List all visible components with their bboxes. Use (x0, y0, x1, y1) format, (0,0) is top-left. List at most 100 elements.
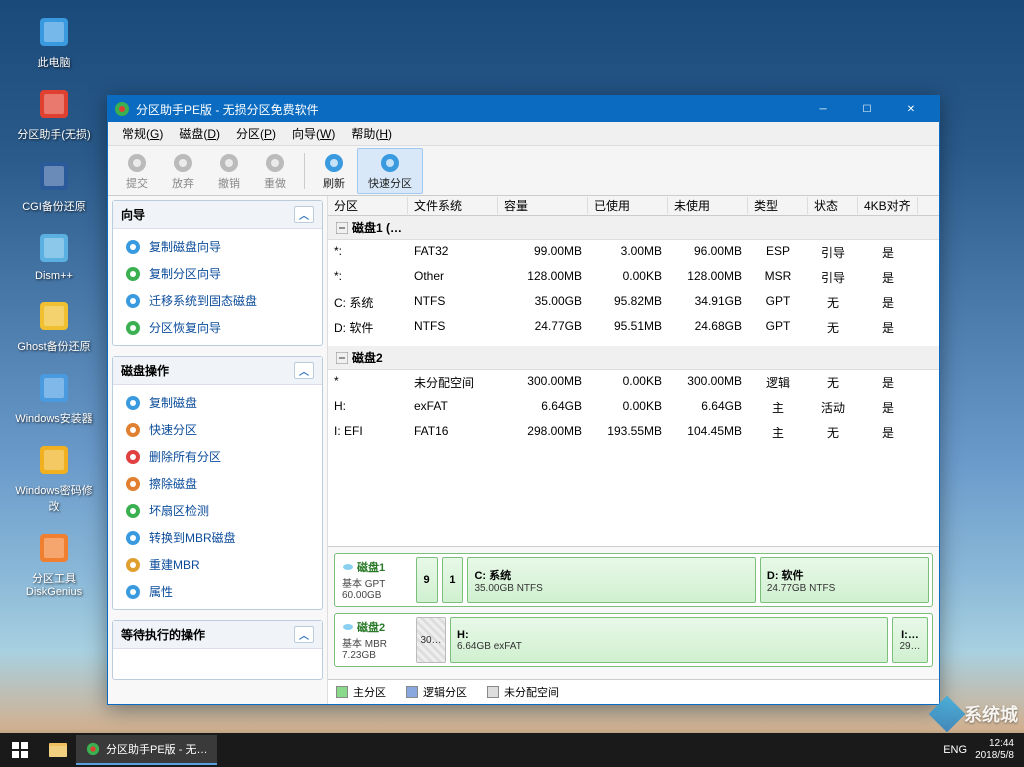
tool-undo[interactable]: 撤销 (206, 148, 252, 194)
diskgenius-icon[interactable]: 分区工具DiskGenius (10, 526, 98, 600)
panel-item[interactable]: 分区恢复向导 (113, 314, 322, 341)
panel-item-label: 快速分区 (149, 421, 197, 438)
tool-quick-partition[interactable]: 快速分区 (357, 148, 423, 194)
properties-icon (125, 584, 141, 600)
col-header[interactable]: 已使用 (588, 197, 668, 214)
menu-p[interactable]: 分区(P) (228, 122, 284, 145)
tool-discard[interactable]: 放弃 (160, 148, 206, 194)
disk-group-row[interactable]: 磁盘2 (328, 346, 939, 370)
col-header[interactable]: 4KB对齐 (858, 197, 918, 214)
dism-icon[interactable]: Dism++ (10, 226, 98, 284)
menu-h[interactable]: 帮助(H) (343, 122, 400, 145)
panel-item[interactable]: 复制磁盘向导 (113, 233, 322, 260)
partition-block[interactable]: 9 (416, 557, 438, 603)
panel-item-label: 转换到MBR磁盘 (149, 529, 236, 546)
convert-mbr-icon (125, 530, 141, 546)
minus-icon (336, 222, 348, 234)
windows-installer-icon[interactable]: Windows安装器 (10, 366, 98, 428)
computer-icon-img (34, 12, 74, 52)
partition-block[interactable]: 1 (442, 557, 464, 603)
table-row[interactable]: I: EFIFAT16298.00MB193.55MB104.45MB主无是 (328, 420, 939, 445)
panel-item[interactable]: 删除所有分区 (113, 443, 322, 470)
computer-icon[interactable]: 此电脑 (10, 10, 98, 72)
panel-item[interactable]: 快速分区 (113, 416, 322, 443)
windows-password-icon[interactable]: Windows密码修改 (10, 438, 98, 516)
pending-panel-title: 等待执行的操作 (121, 626, 205, 643)
start-button[interactable] (0, 733, 40, 767)
desktop-icon-label: 此电脑 (38, 54, 71, 70)
panel-item-label: 属性 (149, 583, 173, 600)
panel-item[interactable]: 擦除磁盘 (113, 470, 322, 497)
minus-icon (336, 352, 348, 364)
file-explorer-icon[interactable] (40, 733, 76, 767)
menu-w[interactable]: 向导(W) (284, 122, 343, 145)
pending-panel: 等待执行的操作 ︿ (112, 620, 323, 680)
tool-label: 撤销 (218, 175, 240, 191)
cgi-backup-icon[interactable]: CGI备份还原 (10, 154, 98, 216)
discard-icon (171, 151, 195, 175)
minimize-button[interactable]: ─ (801, 96, 845, 122)
table-row[interactable]: *:Other128.00MB0.00KB128.00MBMSR引导是 (328, 265, 939, 290)
partition-block[interactable]: C: 系统35.00GB NTFS (467, 557, 755, 603)
panel-item[interactable]: 重建MBR (113, 551, 322, 578)
table-row[interactable]: *:FAT3299.00MB3.00MB96.00MBESP引导是 (328, 240, 939, 265)
desktop-icon-label: Windows安装器 (15, 410, 93, 426)
disk-block[interactable]: 磁盘2基本 MBR7.23GB30…H:6.64GB exFATI:…29… (334, 613, 933, 667)
collapse-icon[interactable]: ︿ (294, 206, 314, 223)
window-title: 分区助手PE版 - 无损分区免费软件 (136, 101, 319, 118)
panel-item[interactable]: 复制磁盘 (113, 389, 322, 416)
partition-assistant-window: 分区助手PE版 - 无损分区免费软件 ─ ☐ ✕ 常规(G)磁盘(D)分区(P)… (107, 95, 940, 705)
partition-block[interactable]: H:6.64GB exFAT (450, 617, 888, 663)
collapse-icon[interactable]: ︿ (294, 362, 314, 379)
menu-d[interactable]: 磁盘(D) (171, 122, 228, 145)
panel-item[interactable]: 转换到MBR磁盘 (113, 524, 322, 551)
cgi-backup-icon-img (34, 156, 74, 196)
col-header[interactable]: 分区 (328, 197, 408, 214)
commit-icon (125, 151, 149, 175)
table-body[interactable]: 磁盘1 (…*:FAT3299.00MB3.00MB96.00MBESP引导是*… (328, 216, 939, 546)
tool-refresh[interactable]: 刷新 (311, 148, 357, 194)
tool-label: 刷新 (323, 175, 345, 191)
titlebar[interactable]: 分区助手PE版 - 无损分区免费软件 ─ ☐ ✕ (108, 96, 939, 122)
tool-redo[interactable]: 重做 (252, 148, 298, 194)
table-row[interactable]: H:exFAT6.64GB0.00KB6.64GB主活动是 (328, 395, 939, 420)
ghost-backup-icon[interactable]: Ghost备份还原 (10, 294, 98, 356)
partition-assistant-icon[interactable]: 分区助手(无损) (10, 82, 98, 144)
taskbar-task[interactable]: 分区助手PE版 - 无… (76, 735, 217, 765)
partition-recovery-icon (125, 320, 141, 336)
partition-block[interactable]: I:…29… (892, 617, 928, 663)
col-header[interactable]: 类型 (748, 197, 808, 214)
panel-item[interactable]: 迁移系统到固态磁盘 (113, 287, 322, 314)
table-row[interactable]: D: 软件NTFS24.77GB95.51MB24.68GBGPT无是 (328, 315, 939, 340)
close-button[interactable]: ✕ (889, 96, 933, 122)
partition-block[interactable]: D: 软件24.77GB NTFS (760, 557, 929, 603)
sidebar: 向导︿ 复制磁盘向导复制分区向导迁移系统到固态磁盘分区恢复向导 磁盘操作︿ 复制… (108, 196, 328, 704)
panel-item[interactable]: 坏扇区检测 (113, 497, 322, 524)
panel-item-label: 分区恢复向导 (149, 319, 221, 336)
col-header[interactable]: 状态 (808, 197, 858, 214)
delete-all-icon (125, 449, 141, 465)
panel-item-label: 重建MBR (149, 556, 200, 573)
col-header[interactable]: 文件系统 (408, 197, 498, 214)
menu-g[interactable]: 常规(G) (114, 122, 171, 145)
disk-icon (342, 621, 354, 633)
col-header[interactable]: 未使用 (668, 197, 748, 214)
disk-block[interactable]: 磁盘1基本 GPT60.00GB91C: 系统35.00GB NTFSD: 软件… (334, 553, 933, 607)
col-header[interactable]: 容量 (498, 197, 588, 214)
disk-group-row[interactable]: 磁盘1 (… (328, 216, 939, 240)
tool-commit[interactable]: 提交 (114, 148, 160, 194)
ime-indicator[interactable]: ENG (943, 744, 967, 756)
table-row[interactable]: C: 系统NTFS35.00GB95.82MB34.91GBGPT无是 (328, 290, 939, 315)
partition-block[interactable]: 30… (416, 617, 446, 663)
panel-item[interactable]: 属性 (113, 578, 322, 605)
legend-item: 主分区 (336, 684, 386, 700)
disk-ops-panel-body: 复制磁盘快速分区删除所有分区擦除磁盘坏扇区检测转换到MBR磁盘重建MBR 属性 (113, 385, 322, 609)
tool-label: 重做 (264, 175, 286, 191)
maximize-button[interactable]: ☐ (845, 96, 889, 122)
collapse-icon[interactable]: ︿ (294, 626, 314, 643)
table-row[interactable]: *未分配空间300.00MB0.00KB300.00MB逻辑无是 (328, 370, 939, 395)
panel-item[interactable]: 复制分区向导 (113, 260, 322, 287)
desktop-icon-label: Ghost备份还原 (17, 338, 90, 354)
clock[interactable]: 12:44 2018/5/8 (975, 738, 1014, 762)
desktop-icon-label: Windows密码修改 (12, 482, 96, 514)
